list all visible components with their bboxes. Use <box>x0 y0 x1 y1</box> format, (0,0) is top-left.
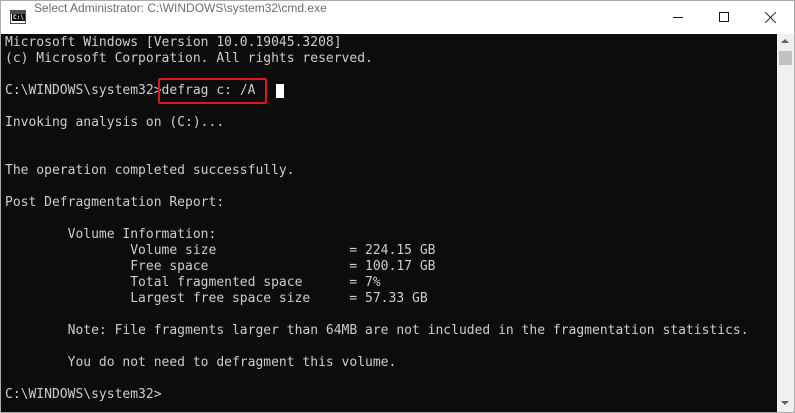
title-bar[interactable]: C:\ Select Administrator: C:\WINDOWS\sys… <box>1 1 794 34</box>
window-title: Select Administrator: C:\WINDOWS\system3… <box>34 1 327 15</box>
scroll-down-icon[interactable] <box>781 401 789 405</box>
cmd-icon[interactable]: C:\ <box>10 10 26 24</box>
console-line: You do not need to defragment this volum… <box>5 355 397 370</box>
console-line: Volume Information: <box>5 227 217 242</box>
console-line: Free space = 100.17 GB <box>5 259 436 274</box>
console-line: C:\WINDOWS\system32> <box>5 387 162 402</box>
close-button[interactable] <box>747 1 793 34</box>
text-cursor <box>276 84 284 98</box>
console-line: Total fragmented space = 7% <box>5 275 381 290</box>
console-line: Post Defragmentation Report: <box>5 195 225 210</box>
console-output[interactable]: Microsoft Windows [Version 10.0.19045.32… <box>1 34 777 412</box>
scroll-up-icon[interactable] <box>781 39 789 43</box>
console-line: Note: File fragments larger than 64MB ar… <box>5 323 749 338</box>
minimize-icon <box>673 17 683 18</box>
console-line: (c) Microsoft Corporation. All rights re… <box>5 51 373 66</box>
maximize-button[interactable] <box>701 1 747 34</box>
console-line: Largest free space size = 57.33 GB <box>5 291 428 306</box>
cmd-window: C:\ Select Administrator: C:\WINDOWS\sys… <box>0 0 795 413</box>
scrollbar-thumb[interactable] <box>779 51 792 65</box>
console-line: The operation completed successfully. <box>5 163 295 178</box>
console-line: Volume size = 224.15 GB <box>5 243 436 258</box>
minimize-button[interactable] <box>655 1 701 34</box>
close-icon <box>764 11 777 24</box>
maximize-icon <box>719 12 729 22</box>
console-line: Invoking analysis on (C:)... <box>5 115 225 130</box>
command-highlight-box <box>158 78 267 104</box>
vertical-scrollbar[interactable] <box>777 34 794 412</box>
prompt-text: C:\WINDOWS\system32> <box>5 83 162 98</box>
console-line: Microsoft Windows [Version 10.0.19045.32… <box>5 35 342 50</box>
